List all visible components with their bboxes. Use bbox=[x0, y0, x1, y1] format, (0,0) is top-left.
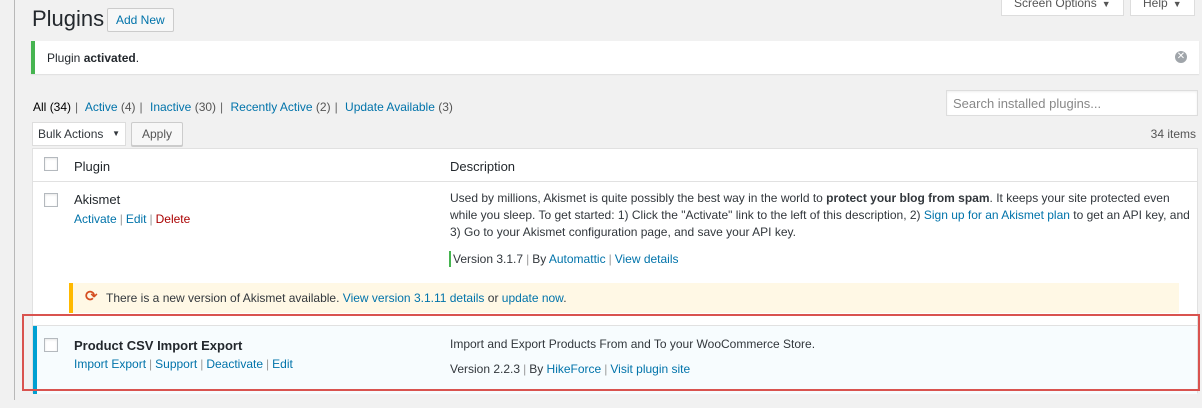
caret-down-icon: ▼ bbox=[1101, 0, 1111, 9]
desc-bold: protect your blog from spam bbox=[826, 191, 990, 205]
notice-text: Plugin activated. bbox=[47, 51, 139, 65]
or-label: or bbox=[487, 291, 499, 305]
plugin-name: Akismet bbox=[74, 192, 121, 207]
update-notice: ⟳ There is a new version of Akismet avai… bbox=[69, 283, 1179, 313]
row-actions: Activate | Edit | Delete bbox=[74, 212, 191, 226]
filter-active-count: (4) bbox=[120, 100, 136, 114]
apply-button[interactable]: Apply bbox=[131, 122, 184, 146]
notice-suffix: . bbox=[135, 51, 140, 65]
row-checkbox[interactable] bbox=[44, 193, 58, 207]
notice-prefix: Plugin bbox=[47, 51, 84, 65]
plugin-description: Used by millions, Akismet is quite possi… bbox=[450, 190, 1190, 241]
visit-plugin-site-link[interactable]: Visit plugin site bbox=[610, 362, 690, 376]
view-version-link[interactable]: View version 3.1.11 details bbox=[343, 291, 485, 305]
search-input[interactable] bbox=[946, 90, 1198, 116]
screen-options-label: Screen Options bbox=[1014, 0, 1097, 10]
filter-active[interactable]: Active (4) bbox=[85, 100, 136, 114]
plugin-meta: Version 2.2.3 | By HikeForce | Visit plugin … bbox=[450, 362, 691, 376]
screen-options-button[interactable]: Screen Options ▼ bbox=[1001, 0, 1124, 16]
edit-link[interactable]: Edit bbox=[126, 212, 147, 226]
deactivate-link[interactable]: Deactivate bbox=[206, 357, 263, 371]
filter-recently-active-label: Recently Active bbox=[230, 100, 313, 114]
delete-link[interactable]: Delete bbox=[156, 212, 191, 226]
author-link[interactable]: Automattic bbox=[549, 252, 606, 266]
row-checkbox[interactable] bbox=[44, 338, 58, 352]
table-row: Product CSV Import Export Import Export |… bbox=[33, 325, 1197, 394]
plugin-meta: Version 3.1.7 | By Automattic | View details bbox=[453, 252, 679, 266]
by-label: By bbox=[532, 252, 547, 266]
help-button[interactable]: Help ▼ bbox=[1130, 0, 1195, 16]
filter-recently-active[interactable]: Recently Active (2) bbox=[231, 100, 331, 114]
items-count: 34 items bbox=[1150, 127, 1196, 141]
update-end: . bbox=[563, 291, 567, 305]
view-details-link[interactable]: View details bbox=[615, 252, 679, 266]
caret-down-icon: ▼ bbox=[112, 129, 120, 138]
left-border bbox=[14, 0, 15, 400]
edit-link[interactable]: Edit bbox=[272, 357, 293, 371]
dismiss-icon[interactable]: ✕ bbox=[1175, 51, 1187, 63]
filter-inactive[interactable]: Inactive (30) bbox=[150, 100, 216, 114]
table-header: Plugin Description bbox=[33, 149, 1197, 182]
import-export-link[interactable]: Import Export bbox=[74, 357, 146, 371]
column-description: Description bbox=[450, 159, 516, 174]
notice-bold: activated bbox=[83, 51, 136, 65]
version: Version 2.2.3 bbox=[450, 362, 521, 376]
filter-inactive-label: Inactive bbox=[150, 100, 192, 114]
filter-active-label: Active bbox=[84, 100, 118, 114]
update-refresh-icon: ⟳ bbox=[85, 288, 98, 305]
activate-link[interactable]: Activate bbox=[74, 212, 117, 226]
select-all-checkbox[interactable] bbox=[44, 157, 58, 171]
filter-all-label: All bbox=[33, 100, 47, 114]
filter-update-available-count: (3) bbox=[438, 100, 453, 114]
bulk-actions-select[interactable]: Bulk Actions ▼ bbox=[32, 122, 126, 146]
row-actions: Import Export | Support | Deactivate | Edit bbox=[74, 357, 293, 371]
filter-update-available-label: Update Available bbox=[345, 100, 435, 114]
active-indicator bbox=[33, 326, 37, 394]
filter-all[interactable]: All (34) bbox=[33, 100, 71, 114]
update-text: There is a new version of Akismet availa… bbox=[106, 291, 340, 305]
status-filters: All (34) | Active (4) | Inactive (30) | Rec… bbox=[33, 100, 453, 114]
filter-update-available[interactable]: Update Available (3) bbox=[345, 100, 453, 114]
column-plugin: Plugin bbox=[74, 159, 111, 174]
update-now-link[interactable]: update now bbox=[502, 291, 563, 305]
desc-text: Used by millions, Akismet is quite possi… bbox=[450, 191, 827, 205]
help-label: Help bbox=[1143, 0, 1168, 10]
by-label: By bbox=[529, 362, 544, 376]
version: Version 3.1.7 bbox=[453, 252, 524, 266]
page-title: Plugins bbox=[32, 6, 105, 31]
success-notice: Plugin activated. ✕ bbox=[31, 41, 1199, 74]
bulk-actions-value: Bulk Actions bbox=[38, 127, 104, 141]
filter-all-count: (34) bbox=[49, 100, 72, 114]
add-new-button[interactable]: Add New bbox=[107, 8, 174, 32]
caret-down-icon: ▼ bbox=[1172, 0, 1182, 9]
author-link[interactable]: HikeForce bbox=[547, 362, 602, 376]
filter-inactive-count: (30) bbox=[194, 100, 217, 114]
plugin-name: Product CSV Import Export bbox=[74, 338, 243, 353]
plugins-table: Plugin Description Akismet Activate | Edit… bbox=[32, 148, 1198, 394]
update-notice-text: There is a new version of Akismet availa… bbox=[106, 291, 567, 305]
signup-link[interactable]: Sign up for an Akismet plan bbox=[924, 208, 1070, 222]
update-marker bbox=[449, 251, 451, 267]
filter-recently-active-count: (2) bbox=[315, 100, 331, 114]
plugin-description: Import and Export Products From and To y… bbox=[450, 337, 816, 351]
support-link[interactable]: Support bbox=[155, 357, 197, 371]
